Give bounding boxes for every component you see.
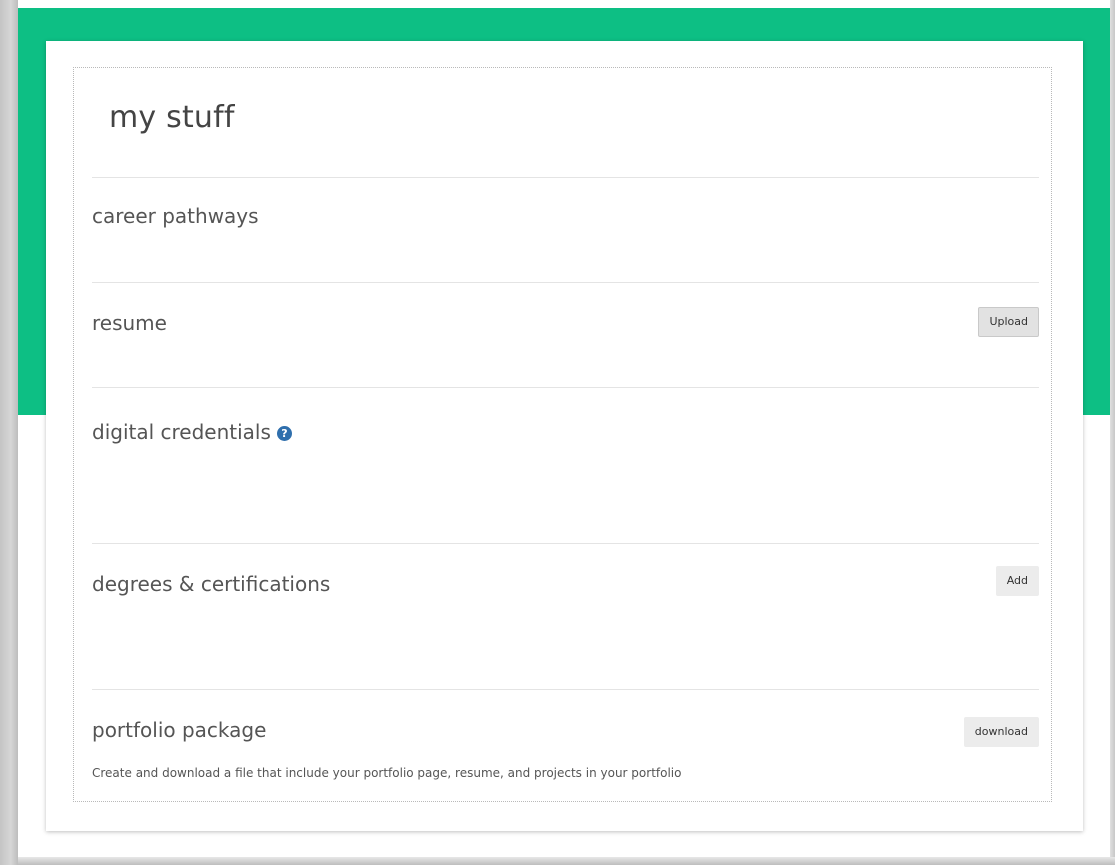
portfolio-package-heading: portfolio package xyxy=(92,718,267,742)
section-portfolio-package: portfolio package download Create and do… xyxy=(92,689,1039,790)
window-frame-left xyxy=(0,0,18,865)
digital-credentials-label: digital credentials xyxy=(92,420,271,444)
degrees-certifications-heading: degrees & certifications xyxy=(92,572,331,596)
section-digital-credentials: digital credentials? xyxy=(92,387,1039,543)
my-stuff-card: my stuff career pathways resume Upload d… xyxy=(46,41,1083,831)
window-frame-bottom xyxy=(18,857,1115,865)
add-degree-button[interactable]: Add xyxy=(995,566,1039,596)
digital-credentials-heading: digital credentials? xyxy=(92,420,292,444)
download-portfolio-button[interactable]: download xyxy=(963,717,1039,747)
career-pathways-heading: career pathways xyxy=(92,204,259,228)
window-frame-right xyxy=(1110,0,1115,865)
section-career-pathways: career pathways xyxy=(92,177,1039,282)
my-stuff-panel: my stuff career pathways resume Upload d… xyxy=(73,67,1052,802)
section-degrees-certifications: degrees & certifications Add xyxy=(92,543,1039,690)
section-resume: resume Upload xyxy=(92,282,1039,387)
resume-heading: resume xyxy=(92,311,167,335)
upload-resume-button[interactable]: Upload xyxy=(978,307,1039,337)
question-circle-icon[interactable]: ? xyxy=(276,426,292,441)
page-title: my stuff xyxy=(109,100,235,135)
portfolio-package-description: Create and download a file that include … xyxy=(92,766,682,780)
